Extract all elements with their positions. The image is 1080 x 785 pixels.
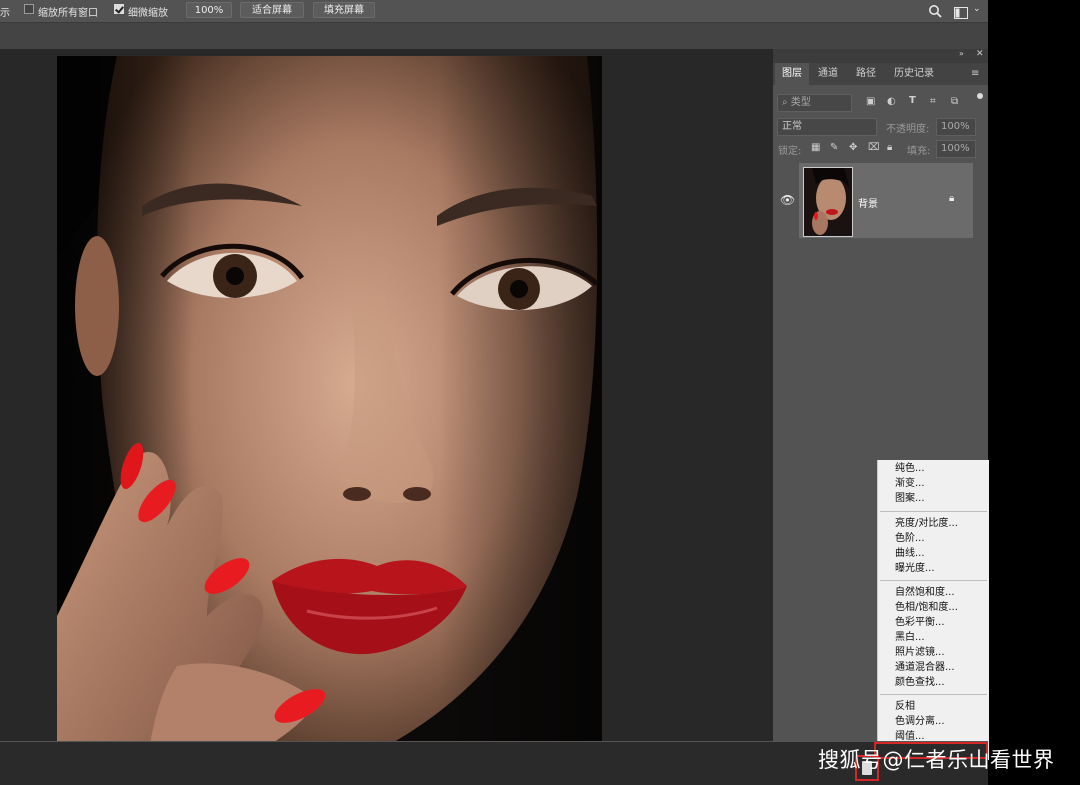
collapse-icon[interactable]: » [959,49,964,58]
fill-input[interactable]: 100% [936,140,976,158]
workspace-icon[interactable] [954,4,968,19]
scrubby-zoom-checkbox[interactable] [114,4,124,14]
watermark: 搜狐号@仁者乐山看世界 [818,748,1055,772]
menu-item[interactable]: 渐变... [895,476,925,491]
pixel-filter-icon[interactable]: ▣ [866,96,875,107]
smart-object-filter-icon[interactable]: ⧉ [951,96,958,107]
menu-item[interactable]: 颜色查找... [895,675,945,690]
lock-brush-icon[interactable]: ✎ [830,142,838,153]
opacity-input[interactable]: 100% [936,118,976,136]
panel-header: » ✕ [773,49,988,63]
menu-item[interactable]: 曝光度... [895,561,935,576]
lock-move-icon[interactable]: ✥ [849,142,857,153]
menu-item[interactable]: 亮度/对比度... [895,516,958,531]
chevron-down-icon[interactable]: ⌄ [973,4,981,14]
menu-item[interactable]: 纯色... [895,461,925,476]
tab-channels[interactable]: 通道 [811,63,845,85]
filter-toggle-icon[interactable] [977,93,983,99]
filter-kind-label: 类型 [790,97,811,108]
lock-artboard-icon[interactable]: ⌧ [868,142,880,153]
search-icon: ⌕ [782,97,791,108]
menu-item[interactable]: 通道混合器... [895,660,955,675]
tab-paths[interactable]: 路径 [849,63,883,85]
fill-screen-button[interactable]: 填充屏幕 [313,2,375,18]
panel-menu-icon[interactable]: ≡ [971,68,979,79]
menu-item[interactable]: 色彩平衡... [895,615,945,630]
blend-mode-select[interactable]: 正常 [777,118,877,136]
lock-icon: 🔒︎ [949,193,955,204]
adjustment-menu: 纯色... 渐变... 图案... 亮度/对比度... 色阶... 曲线... … [877,460,989,760]
shape-filter-icon[interactable]: ⌗ [930,96,936,107]
search-icon[interactable] [928,3,942,18]
menu-item[interactable]: 色相/饱和度... [895,600,958,615]
menu-separator [880,694,987,695]
scrubby-zoom-label: 细微缩放 [128,8,168,19]
resize-windows-label: 缩放所有窗口 [38,8,98,19]
options-fragment: 示 [0,8,10,19]
opacity-label: 不透明度: [886,124,930,135]
fit-screen-button[interactable]: 适合屏幕 [240,2,304,18]
resize-windows-checkbox[interactable] [24,4,34,14]
menu-item[interactable]: 图案... [895,491,925,506]
lock-transparent-icon[interactable]: ▦ [811,142,820,153]
menu-separator [880,511,987,512]
lock-all-icon[interactable]: 🔒︎ [887,142,892,153]
type-filter-icon[interactable]: T [909,95,916,106]
fill-label: 填充: [907,146,931,157]
menu-item[interactable]: 黑白... [895,630,925,645]
adjustment-filter-icon[interactable]: ◐ [887,96,896,107]
menu-item[interactable]: 曲线... [895,546,925,561]
menu-item[interactable]: 色阶... [895,531,925,546]
layer-name: 背景 [858,199,878,210]
layer-row-background[interactable]: 👁︎ 背景 🔒︎ [780,163,973,238]
menu-item[interactable]: 自然饱和度... [895,585,955,600]
tab-layers[interactable]: 图层 [775,63,809,85]
layer-thumbnail [803,167,853,237]
tab-history[interactable]: 历史记录 [886,63,942,85]
menu-item[interactable]: 反相 [895,699,915,714]
layer-filter-select[interactable]: ⌕ 类型 [777,94,852,112]
panel-tabs: 图层 通道 路径 历史记录 ≡ [773,63,988,85]
menu-separator [880,580,987,581]
portrait-photo [57,56,602,784]
close-icon[interactable]: ✕ [976,49,984,59]
menu-item[interactable]: 照片滤镜... [895,645,945,660]
document-tab-strip [0,23,988,49]
eye-icon[interactable]: 👁︎ [780,193,795,207]
screen-margin [988,0,1080,784]
menu-item[interactable]: 色调分离... [895,714,945,729]
zoom-value-field[interactable]: 100% [186,2,232,18]
options-bar: 示 缩放所有窗口 细微缩放 100% 适合屏幕 填充屏幕 ⌄ [0,0,988,23]
lock-label: 锁定: [778,146,802,157]
